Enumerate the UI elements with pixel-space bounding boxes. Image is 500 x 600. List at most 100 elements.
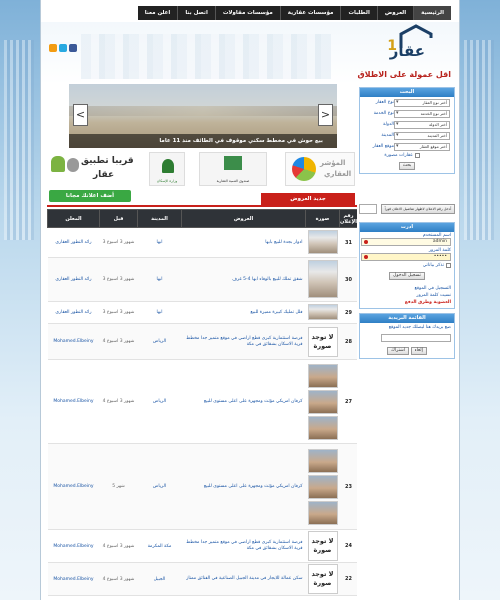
nav-contractors[interactable]: مؤسسات مقاولات (214, 6, 280, 20)
search-button[interactable]: بحث (398, 162, 416, 170)
city-link[interactable]: ابها (137, 257, 182, 302)
column-seller[interactable]: المعلن (47, 209, 100, 228)
no-image-placeholder[interactable]: لا توجد صورة (307, 531, 338, 561)
seller-link[interactable]: Mohamed.Elbeiny (47, 562, 100, 596)
account-links: التسجيل في الموقع نسيت كلمة المرور العضو… (360, 283, 454, 308)
fund-icon (224, 156, 242, 170)
offer-title-link[interactable]: شقق تملك للبيع بالوفاء ابها 4-5 غرف (181, 257, 306, 302)
seller-link[interactable]: Mohamed.Elbeiny (47, 359, 100, 444)
index-label-line2: العقاري (324, 170, 352, 178)
table-row[interactable]: Mohamed.Elbeiny 4 شهور 3 اسبوع مكة المكرمة… (47, 529, 357, 563)
service-type-select[interactable]: أختر نوع الخدمة (394, 109, 450, 118)
divider (47, 205, 357, 207)
unsubscribe-button[interactable]: إلغاء (410, 347, 427, 355)
filter-service-type: نوع الخدمة أختر نوع الخدمة (360, 108, 454, 119)
offer-thumbnail[interactable] (307, 474, 338, 499)
ad-number-input[interactable] (359, 204, 377, 214)
property-type-select[interactable]: أختر نوع العقار (394, 98, 450, 107)
login-panel-title: ادرت (360, 223, 454, 232)
offer-title-link[interactable]: فرصة استثمارية كبرى قطع اراضي في موقع مت… (181, 323, 306, 360)
offer-title-link[interactable]: كرفان امريكي مؤثث ومجهزة على اعلى مستوى … (181, 443, 306, 530)
city-select[interactable]: أختر المدينة (394, 131, 450, 140)
seller-link[interactable]: Mohamed.Elbeiny (47, 529, 100, 563)
logo-text[interactable]: عقار (390, 42, 425, 60)
offer-thumbnail[interactable] (307, 500, 338, 525)
slider-next-button[interactable]: > (318, 104, 333, 126)
rss-icon[interactable] (49, 44, 57, 52)
table-row[interactable]: Mohamed.Elbeiny 5 شهر الرياض كرفان امريكي م… (47, 443, 357, 530)
no-image-placeholder[interactable]: لا توجد صورة (307, 564, 338, 594)
development-fund-logo[interactable]: صندوق التنمية العقارية (199, 152, 267, 186)
nav-requests[interactable]: الطلبات (340, 6, 376, 20)
subscribe-button[interactable]: اشتراك (387, 347, 409, 355)
nav-real-estate-firms[interactable]: مؤسسات عقارية (279, 6, 341, 20)
city-link[interactable]: مكة المكرمة (137, 529, 182, 563)
table-row[interactable]: رائد التطور العقاري 3 شهور 3 اسبوع ابها فلل… (47, 301, 357, 324)
nav-home[interactable]: الرئيسية (413, 6, 451, 20)
country-select[interactable]: أختر الدولة (394, 120, 450, 129)
seller-link[interactable]: Mohamed.Elbeiny (47, 443, 100, 530)
table-row[interactable]: Mohamed.Elbeiny 4 شهور 3 اسبوع الرياض كرفان… (47, 359, 357, 444)
twitter-icon[interactable] (59, 44, 67, 52)
facebook-icon[interactable] (69, 44, 77, 52)
location-select[interactable]: أختر موقع العقار (394, 142, 450, 151)
city-link[interactable]: الجبيل (137, 562, 182, 596)
nav-contact[interactable]: اتصل بنا (177, 6, 215, 20)
new-offers-heading: جديد العروض (261, 193, 355, 205)
apple-icon (67, 158, 79, 172)
slider-caption[interactable]: بيع حوش في مخطط سكني موقوف في الطائف منذ… (69, 134, 337, 148)
offer-title-link[interactable]: سكن عمالة للايجار في مدينة الجبيل الصناع… (181, 562, 306, 596)
column-offers[interactable]: العروض (181, 209, 306, 228)
slider-prev-button[interactable]: < (73, 104, 88, 126)
seller-link[interactable]: رائد التطور العقاري (47, 301, 100, 324)
offer-title-link[interactable]: فرصة استثمارية كبرى قطع اراضي في موقع مت… (181, 529, 306, 563)
city-link[interactable]: الرياض (137, 359, 182, 444)
no-image-placeholder[interactable]: لا توجد صورة (307, 326, 338, 357)
offer-thumbnail[interactable] (307, 363, 338, 388)
city-link[interactable]: الرياض (137, 323, 182, 360)
membership-link[interactable]: العضوية وطرق الدفع (363, 299, 451, 306)
column-ad-number[interactable]: رقم الإعلان (339, 209, 357, 228)
table-row[interactable]: Mohamed.Elbeiny 4 شهور 3 اسبوع الجبيل سكن ع… (47, 562, 357, 596)
table-row[interactable]: رائد التطور العقاري 3 شهور 3 اسبوع ابها ادو… (47, 227, 357, 258)
image-stack[interactable] (307, 448, 338, 525)
seller-link[interactable]: Mohamed.Elbeiny (47, 323, 100, 360)
register-link[interactable]: التسجيل في الموقع (363, 285, 451, 292)
offer-thumbnail[interactable] (307, 259, 338, 298)
app-promo-line1: قريبا تطبيق (81, 156, 134, 166)
forgot-password-link[interactable]: نسيت كلمة المرور (363, 292, 451, 299)
housing-ministry-logo[interactable]: وزارة الإسكان (149, 152, 185, 186)
nav-advertise[interactable]: اعلن معنا (138, 6, 178, 20)
column-city[interactable]: المدينة (137, 209, 182, 228)
image-stack[interactable] (307, 363, 338, 440)
add-free-ad-button[interactable]: أضف اعلانك مجانا (49, 190, 131, 202)
column-ago[interactable]: قبل (99, 209, 138, 228)
images-only-checkbox[interactable] (415, 153, 420, 158)
app-promo[interactable]: قريبا تطبيق عقار (49, 152, 134, 186)
offer-title-link[interactable]: فلل تمليك كبيرة مميزة للبيع (181, 301, 306, 324)
username-input[interactable]: admin (361, 238, 451, 246)
real-estate-index[interactable]: المؤشر العقاري (285, 152, 355, 186)
newsletter-email-input[interactable] (381, 334, 451, 342)
seller-link[interactable]: رائد التطور العقاري (47, 257, 100, 302)
remember-checkbox[interactable] (446, 263, 451, 268)
table-row[interactable]: رائد التطور العقاري 3 شهور 3 اسبوع ابها شقق… (47, 257, 357, 302)
table-header: المعلن قبل المدينة العروض صورة رقم الإعل… (47, 209, 357, 228)
seller-link[interactable]: رائد التطور العقاري (47, 227, 100, 258)
offer-thumbnail[interactable] (307, 229, 338, 254)
city-link[interactable]: الرياض (137, 443, 182, 530)
offer-thumbnail[interactable] (307, 448, 338, 473)
password-input[interactable]: ••••• (361, 253, 451, 261)
offer-thumbnail[interactable] (307, 389, 338, 414)
offer-title-link[interactable]: كرفان امريكي مؤثث ومجهزة على اعلى مستوى … (181, 359, 306, 444)
offer-thumbnail[interactable] (307, 415, 338, 440)
city-link[interactable]: ابها (137, 227, 182, 258)
table-row[interactable]: Mohamed.Elbeiny 4 شهور 3 اسبوع الرياض فرصة … (47, 323, 357, 360)
featured-slider[interactable]: < > بيع حوش في مخطط سكني موقوف في الطائف… (69, 84, 337, 148)
offer-title-link[interactable]: ادوار بجدة للبيع بابها (181, 227, 306, 258)
nav-offers[interactable]: العروض (376, 6, 413, 20)
login-button[interactable]: تسجيل الدخول (389, 272, 425, 280)
offer-thumbnail[interactable] (307, 303, 338, 320)
ad-number-search-button[interactable]: أدخل رقم الاعلان لاظهار تفاصيل الاعلان ف… (381, 204, 455, 214)
city-link[interactable]: ابها (137, 301, 182, 324)
